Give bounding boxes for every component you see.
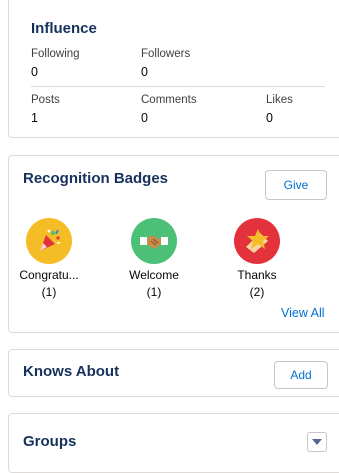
groups-dropdown-button[interactable] (307, 432, 327, 452)
recognition-title: Recognition Badges (23, 170, 169, 187)
comments-value: 0 (141, 111, 148, 125)
view-all-link[interactable]: View All (281, 306, 325, 320)
badge-count: (1) (146, 285, 162, 299)
groups-title: Groups (23, 433, 77, 450)
posts-label: Posts (31, 94, 60, 106)
badge-count: (2) (249, 285, 265, 299)
recognition-badges-card: Recognition Badges Give Congratu... (1) (8, 155, 339, 333)
influence-title: Influence (31, 20, 97, 37)
likes-value: 0 (266, 111, 273, 125)
following-value: 0 (31, 65, 38, 79)
influence-card: Influence Following 0 Followers 0 Posts … (8, 0, 339, 138)
badge-welcome[interactable]: Welcome (1) (124, 218, 184, 299)
badge-name: Thanks (237, 268, 277, 282)
add-button[interactable]: Add (274, 361, 328, 389)
badge-name: Welcome (129, 268, 179, 282)
star-icon (234, 218, 280, 264)
badge-name: Congratu... (19, 268, 79, 282)
badge-thanks[interactable]: Thanks (2) (227, 218, 287, 299)
badge-congratulations[interactable]: Congratu... (1) (19, 218, 79, 299)
influence-divider (31, 86, 325, 87)
comments-label: Comments (141, 94, 197, 106)
following-label: Following (31, 48, 80, 60)
knows-about-card: Knows About Add (8, 349, 339, 397)
chevron-down-icon (312, 438, 322, 445)
badge-count: (1) (41, 285, 57, 299)
groups-card: Groups (8, 413, 339, 473)
followers-label: Followers (141, 48, 191, 60)
likes-label: Likes (266, 94, 293, 106)
handshake-icon (131, 218, 177, 264)
give-button[interactable]: Give (265, 170, 327, 200)
followers-value: 0 (141, 65, 148, 79)
posts-value: 1 (31, 111, 38, 125)
knows-about-title: Knows About (23, 363, 120, 380)
confetti-icon (26, 218, 72, 264)
